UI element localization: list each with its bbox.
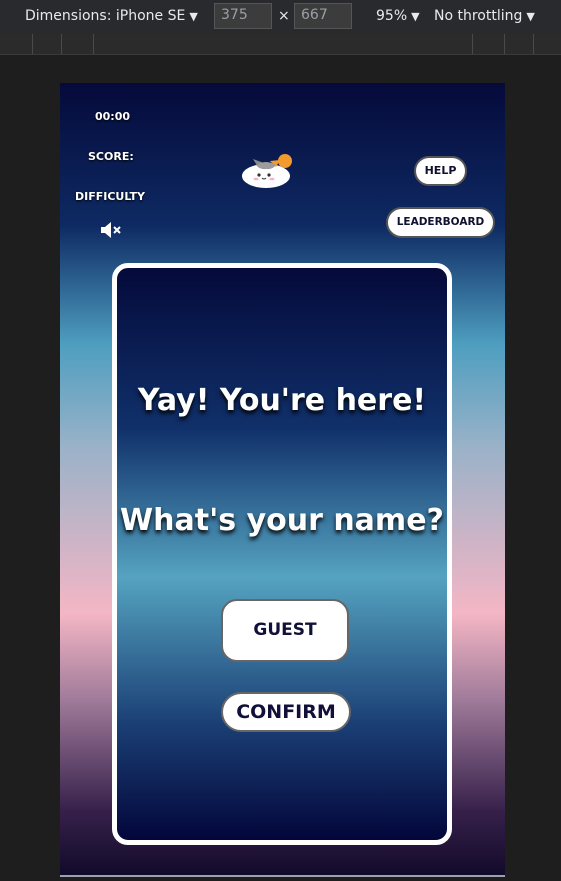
name-input[interactable]: GUEST	[221, 599, 349, 662]
ruler-tick	[61, 34, 62, 54]
ruler-tick	[472, 34, 473, 54]
timer: 00:00	[95, 110, 131, 123]
zoom-label: 95%	[376, 8, 408, 24]
caret-down-icon: ▼	[411, 10, 420, 23]
times-separator: ×	[278, 8, 290, 24]
device-viewport: 00:00 SCORE: DIFFICULTY HELP LEADERBOARD…	[60, 83, 505, 875]
throttling-dropdown[interactable]: No throttling ▼	[434, 8, 535, 24]
ruler-tick	[504, 34, 505, 54]
devtools-device-toolbar: Dimensions: iPhone SE ▼ 375 × 667 95% ▼ No…	[0, 0, 561, 34]
height-input[interactable]: 667	[294, 3, 352, 29]
dimensions-label: Dimensions: iPhone SE	[25, 8, 186, 24]
help-button[interactable]: HELP	[414, 156, 467, 186]
score-label: SCORE:	[88, 150, 134, 163]
width-input[interactable]: 375	[214, 3, 272, 29]
dimensions-dropdown[interactable]: Dimensions: iPhone SE ▼	[25, 8, 198, 24]
media-query-ruler[interactable]	[0, 34, 561, 55]
zoom-dropdown[interactable]: 95% ▼	[376, 8, 420, 24]
difficulty-label: DIFFICULTY	[75, 190, 146, 203]
ruler-tick	[93, 34, 94, 54]
muted-speaker-icon[interactable]	[99, 220, 123, 240]
viewport-bottom-edge	[60, 875, 505, 877]
confirm-button[interactable]: CONFIRM	[221, 692, 351, 732]
leaderboard-button[interactable]: LEADERBOARD	[386, 207, 495, 238]
throttling-label: No throttling	[434, 8, 523, 24]
cat-mascot-icon	[242, 154, 292, 188]
ruler-tick	[32, 34, 33, 54]
caret-down-icon: ▼	[526, 10, 535, 23]
ruler-tick	[533, 34, 534, 54]
greeting-text: Yay! You're here!	[137, 383, 427, 418]
name-entry-modal: Yay! You're here! What's your name? GUES…	[112, 263, 452, 845]
name-question-text: What's your name?	[120, 503, 444, 538]
caret-down-icon: ▼	[189, 10, 198, 23]
